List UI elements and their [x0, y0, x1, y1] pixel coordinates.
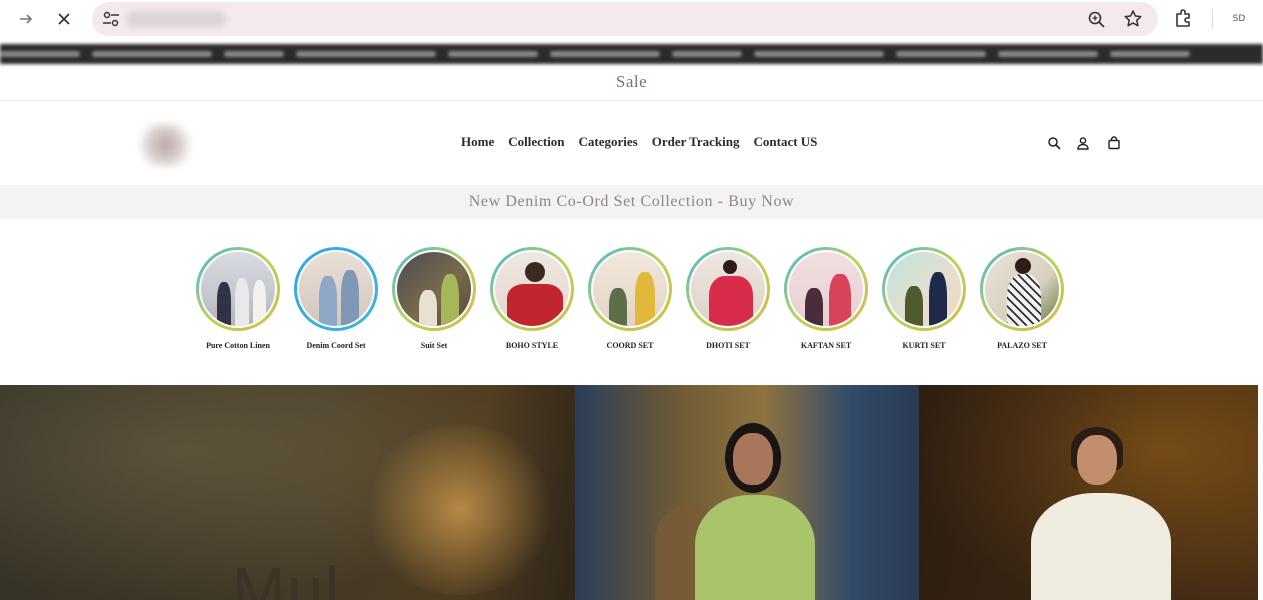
category-label[interactable]: PALAZO SET [980, 341, 1064, 350]
model-kurta [695, 495, 815, 600]
forward-arrow-icon[interactable] [12, 6, 40, 32]
close-icon[interactable] [50, 6, 78, 32]
model-face [1077, 435, 1117, 485]
category-label[interactable]: Denim Coord Set [294, 341, 378, 350]
category-image [395, 250, 473, 328]
category-ring [588, 247, 672, 331]
hero-banner[interactable]: Mul [0, 385, 1258, 600]
category-label[interactable]: KURTI SET [882, 341, 966, 350]
sale-banner[interactable]: Sale [0, 64, 1263, 101]
category-item[interactable]: Suit Set [392, 247, 476, 350]
category-ring [196, 247, 280, 331]
extensions-icon[interactable] [1172, 7, 1196, 31]
category-ring [392, 247, 476, 331]
category-image [983, 250, 1061, 328]
category-label[interactable]: COORD SET [588, 341, 672, 350]
model-kurta [1031, 493, 1171, 600]
nav-collection[interactable]: Collection [508, 134, 564, 150]
site-header: Home Collection Categories Order Trackin… [0, 101, 1263, 185]
model-face [733, 433, 773, 485]
category-label[interactable]: DHOTI SET [686, 341, 770, 350]
search-icon[interactable] [1047, 136, 1061, 150]
address-bar[interactable] [92, 2, 1158, 36]
sale-text[interactable]: Sale [616, 72, 647, 92]
category-label[interactable]: KAFTAN SET [784, 341, 868, 350]
category-image [689, 250, 767, 328]
hero-left-panel: Mul [0, 385, 575, 600]
category-image [493, 250, 571, 328]
category-ring [784, 247, 868, 331]
category-image [787, 250, 865, 328]
nav-home[interactable]: Home [461, 134, 494, 150]
url-text-blurred[interactable] [126, 11, 226, 27]
category-carousel: Pure Cotton Linen Denim Coord Set Suit S… [196, 247, 1066, 357]
category-item[interactable]: KAFTAN SET [784, 247, 868, 350]
category-item[interactable]: BOHO STYLE [490, 247, 574, 350]
category-ring [980, 247, 1064, 331]
category-item[interactable]: Denim Coord Set [294, 247, 378, 350]
category-item[interactable]: Pure Cotton Linen [196, 247, 280, 350]
hero-model-image-2 [919, 385, 1258, 600]
category-image [297, 250, 375, 328]
nav-categories[interactable]: Categories [579, 134, 638, 150]
announcement-text[interactable]: New Denim Co-Ord Set Collection - Buy No… [469, 193, 794, 211]
hero-model-image [575, 385, 919, 600]
category-ring [294, 247, 378, 331]
nav-order-tracking[interactable]: Order Tracking [652, 134, 740, 150]
category-ring [686, 247, 770, 331]
category-item[interactable]: DHOTI SET [686, 247, 770, 350]
hero-headline: Mul [232, 554, 342, 600]
category-label[interactable]: Suit Set [392, 341, 476, 350]
profile-avatar[interactable]: SD [1228, 9, 1250, 29]
site-logo[interactable] [138, 123, 192, 167]
category-image [199, 250, 277, 328]
main-navigation: Home Collection Categories Order Trackin… [461, 134, 817, 150]
star-icon[interactable] [1122, 8, 1144, 30]
category-label[interactable]: Pure Cotton Linen [196, 341, 280, 350]
cart-icon[interactable] [1107, 136, 1121, 150]
nav-contact-us[interactable]: Contact US [754, 134, 818, 150]
category-item[interactable]: KURTI SET [882, 247, 966, 350]
zoom-icon[interactable] [1087, 10, 1107, 30]
category-label[interactable]: BOHO STYLE [490, 341, 574, 350]
site-settings-icon[interactable] [100, 8, 122, 30]
browser-toolbar: SD [0, 0, 1263, 44]
category-ring [490, 247, 574, 331]
marquee-strip-blurred [0, 44, 1263, 64]
category-ring [882, 247, 966, 331]
announcement-bar[interactable]: New Denim Co-Ord Set Collection - Buy No… [0, 185, 1263, 219]
category-image [885, 250, 963, 328]
toolbar-divider [1212, 9, 1213, 29]
account-icon[interactable] [1076, 136, 1090, 150]
category-item[interactable]: COORD SET [588, 247, 672, 350]
category-image [591, 250, 669, 328]
hero-glow-decoration [360, 425, 560, 595]
category-item[interactable]: PALAZO SET [980, 247, 1064, 350]
